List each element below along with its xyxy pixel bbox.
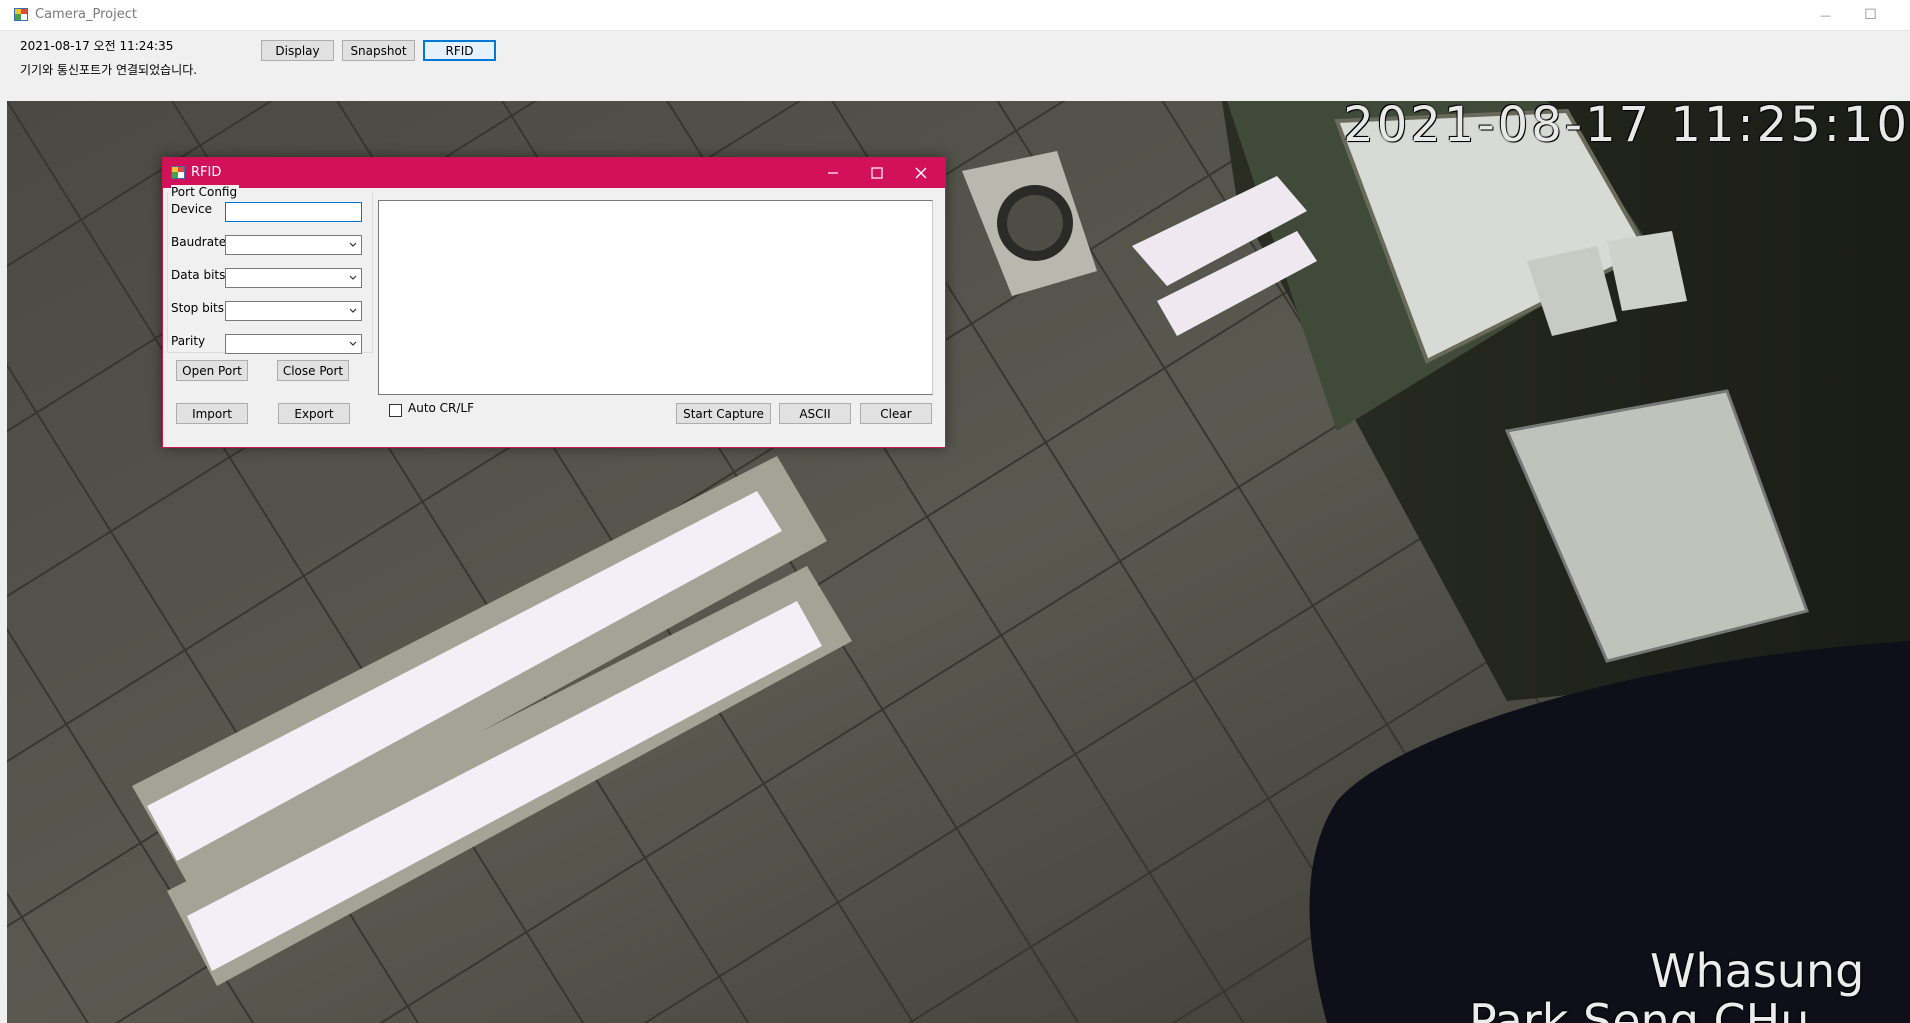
- baudrate-select[interactable]: [225, 235, 362, 255]
- app-icon: [14, 8, 28, 21]
- window-title: Camera_Project: [35, 7, 137, 22]
- rfid-maximize-button[interactable]: [855, 158, 899, 188]
- rfid-titlebar: RFID: [163, 158, 945, 188]
- chevron-down-icon: [349, 341, 357, 346]
- baudrate-label: Baudrate: [171, 235, 227, 249]
- maximize-icon: ☐: [1864, 7, 1877, 23]
- auto-crlf-checkbox[interactable]: [389, 404, 402, 417]
- status-datetime: 2021-08-17 오전 11:24:35: [20, 39, 174, 53]
- main-titlebar: Camera_Project — ☐: [0, 0, 1910, 31]
- chevron-down-icon: [349, 242, 357, 247]
- camera-overlay-line2: Park Seng CHu: [1469, 994, 1810, 1023]
- stop-bits-select[interactable]: [225, 301, 362, 321]
- display-button[interactable]: Display: [261, 40, 334, 61]
- minimize-icon: [828, 172, 838, 174]
- chevron-down-icon: [349, 275, 357, 280]
- rfid-app-icon: [171, 166, 185, 179]
- device-input[interactable]: [225, 202, 362, 222]
- snapshot-button[interactable]: Snapshot: [342, 40, 415, 61]
- status-message: 기기와 통신포트가 연결되었습니다.: [20, 63, 198, 77]
- rfid-title: RFID: [191, 165, 222, 180]
- rfid-minimize-button[interactable]: [811, 158, 855, 188]
- rfid-button[interactable]: RFID: [423, 40, 496, 61]
- start-capture-button[interactable]: Start Capture: [676, 403, 771, 424]
- parity-select[interactable]: [225, 334, 362, 354]
- port-config-label: Port Config: [171, 185, 240, 199]
- maximize-icon: [871, 167, 883, 179]
- open-port-button[interactable]: Open Port: [176, 360, 248, 381]
- minimize-button[interactable]: —: [1803, 0, 1848, 30]
- data-bits-label: Data bits: [171, 268, 226, 282]
- ascii-button[interactable]: ASCII: [779, 403, 851, 424]
- camera-timestamp: 2021-08-17 11:25:10: [1343, 101, 1910, 153]
- import-button[interactable]: Import: [176, 403, 248, 424]
- data-bits-select[interactable]: [225, 268, 362, 288]
- auto-crlf-label: Auto CR/LF: [408, 401, 475, 415]
- chevron-down-icon: [349, 308, 357, 313]
- close-port-button[interactable]: Close Port: [277, 360, 349, 381]
- rfid-dialog: RFID Port Config Device Baudrate Data bi…: [162, 157, 946, 448]
- stop-bits-label: Stop bits: [171, 301, 225, 315]
- rfid-log-textbox[interactable]: [378, 200, 933, 395]
- rfid-close-button[interactable]: [899, 158, 943, 188]
- export-button[interactable]: Export: [278, 403, 350, 424]
- device-label: Device: [171, 202, 213, 216]
- minimize-icon: —: [1820, 8, 1831, 22]
- maximize-button[interactable]: ☐: [1848, 0, 1893, 30]
- parity-label: Parity: [171, 334, 206, 348]
- close-icon: [915, 167, 927, 179]
- clear-button[interactable]: Clear: [860, 403, 932, 424]
- camera-overlay-line1: Whasung: [1650, 944, 1865, 998]
